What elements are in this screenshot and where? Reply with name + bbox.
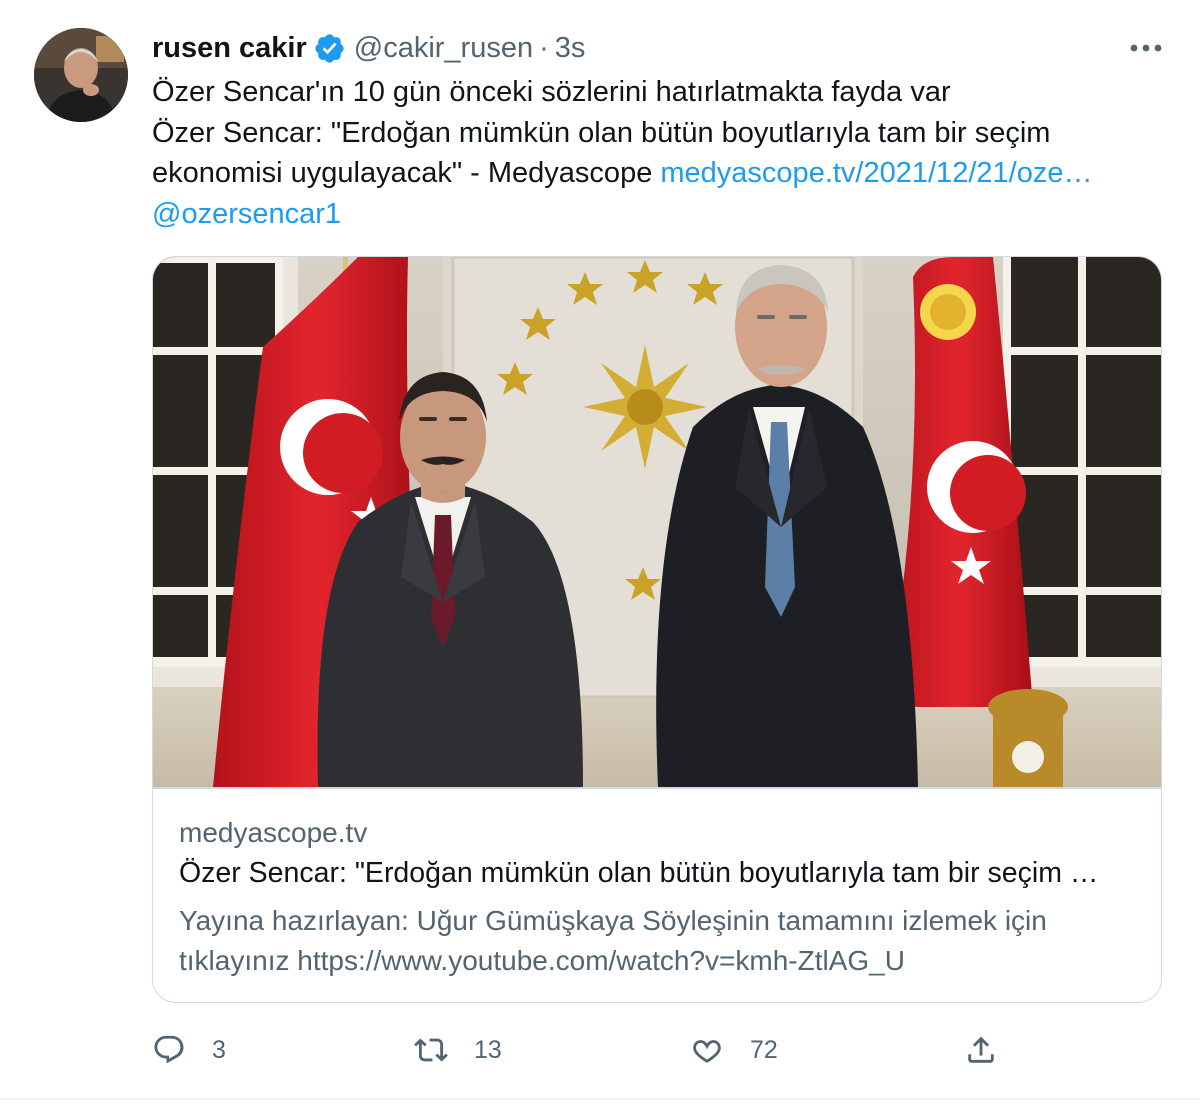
tweet-text-segment: ekonomisi uygulayacak" - Medyascope — [152, 157, 661, 189]
card-domain: medyascope.tv — [179, 817, 368, 848]
retweet-button[interactable]: 13 — [414, 1028, 502, 1072]
card-title[interactable]: Özer Sencar: "Erdoğan mümkün olan bütün … — [179, 857, 1098, 890]
tweet-text-line: Özer Sencar: "Erdoğan mümkün olan bütün … — [152, 116, 1051, 149]
share-button[interactable] — [964, 1028, 998, 1072]
tweet-text: Özer Sencar'ın 10 gün önceki sözlerini h… — [152, 72, 1152, 234]
card-divider — [153, 787, 1161, 789]
user-handle[interactable]: @cakir_rusen — [354, 32, 533, 65]
heart-icon — [693, 1040, 721, 1063]
avatar[interactable] — [34, 28, 128, 122]
tweet-bottom-border — [0, 1098, 1200, 1100]
card-description-line: Yayına hazırlayan: Uğur Gümüşkaya Söyleş… — [179, 905, 1047, 936]
reply-icon — [154, 1035, 184, 1064]
link-preview-card[interactable]: medyascope.tv Özer Sencar: "Erdoğan mümk… — [152, 256, 1162, 1003]
mention-link[interactable]: @ozersencar1 — [152, 194, 1152, 235]
display-name[interactable]: rusen cakir — [152, 32, 307, 65]
like-button[interactable]: 72 — [690, 1028, 778, 1072]
verified-badge-icon — [313, 32, 346, 65]
reply-button[interactable]: 3 — [152, 1028, 226, 1072]
header-separator: · — [539, 31, 549, 64]
tweet-actions: 3 13 72 — [152, 1028, 1152, 1072]
tweet-text-line: Özer Sencar'ın 10 gün önceki sözlerini h… — [152, 76, 951, 108]
retweet-count: 13 — [474, 1035, 502, 1064]
share-icon — [968, 1036, 994, 1063]
card-description: Yayına hazırlayan: Uğur Gümüşkaya Söyleş… — [179, 901, 1129, 981]
more-button[interactable] — [1125, 30, 1167, 66]
card-image[interactable] — [153, 257, 1161, 787]
tweet-timestamp[interactable]: 3s — [555, 32, 586, 65]
like-count: 72 — [750, 1035, 778, 1064]
tweet-header: rusen cakir @cakir_rusen · 3s — [152, 30, 585, 66]
retweet-icon — [414, 1038, 448, 1062]
tweet-text-line: ekonomisi uygulayacak" - Medyascope medy… — [152, 153, 1152, 194]
article-link[interactable]: medyascope.tv/2021/12/21/oze… — [660, 157, 1092, 189]
card-description-line: tıklayınız https://www.youtube.com/watch… — [179, 945, 905, 976]
tweet[interactable]: rusen cakir @cakir_rusen · 3s Özer Senca… — [0, 0, 1200, 1108]
more-dots-icon — [1130, 44, 1162, 52]
reply-count: 3 — [212, 1035, 226, 1064]
